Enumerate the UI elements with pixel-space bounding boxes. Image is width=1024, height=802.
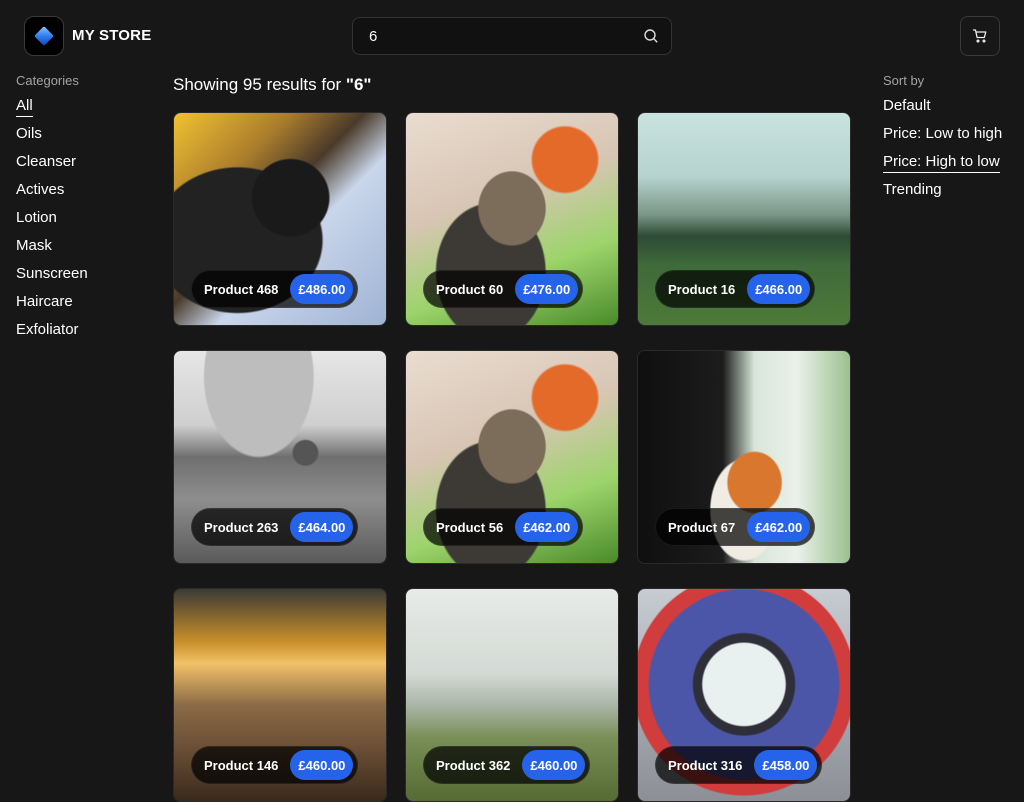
product-label: Product 316 £458.00 [655,746,823,784]
sort-option-2[interactable]: Price: High to low [883,153,1002,181]
product-label: Product 16 £466.00 [655,270,816,308]
category-item-lotion[interactable]: Lotion [16,209,88,237]
category-label: Exfoliator [16,321,79,338]
product-price: £458.00 [754,750,818,780]
product-name: Product 263 [204,519,279,535]
product-card[interactable]: Product 263 £464.00 [173,350,387,564]
product-price: £464.00 [290,512,354,542]
category-item-exfoliator[interactable]: Exfoliator [16,321,88,349]
search-bar[interactable] [352,17,672,55]
categories-heading: Categories [16,73,79,88]
product-name: Product 316 [668,757,743,773]
category-item-haircare[interactable]: Haircare [16,293,88,321]
sort-option-3[interactable]: Trending [883,181,1002,209]
product-label: Product 468 £486.00 [191,270,359,308]
product-grid: Product 468 £486.00 Product 60 £476.00 Produ… [173,112,851,802]
product-card[interactable]: Product 316 £458.00 [637,588,851,802]
product-label: Product 60 £476.00 [423,270,584,308]
cart-icon [972,29,987,43]
header: MY STORE [0,0,1024,72]
product-name: Product 56 [436,519,504,535]
category-label: Haircare [16,293,73,310]
category-item-oils[interactable]: Oils [16,125,88,153]
product-name: Product 67 [668,519,736,535]
category-label: Mask [16,237,52,254]
logo-diamond-icon [34,26,54,46]
product-name: Product 146 [204,757,279,773]
category-item-mask[interactable]: Mask [16,237,88,265]
sort-heading: Sort by [883,73,925,88]
results-query: "6" [345,75,372,94]
sort-list: Default Price: Low to high Price: High to … [883,97,1002,209]
product-name: Product 468 [204,281,279,297]
product-price: £462.00 [747,512,811,542]
category-label: All [16,97,33,117]
store-logo[interactable] [24,16,64,56]
product-label: Product 67 £462.00 [655,508,816,546]
product-name: Product 16 [668,281,736,297]
sort-option-1[interactable]: Price: Low to high [883,125,1002,153]
product-price: £466.00 [747,274,811,304]
product-card[interactable]: Product 468 £486.00 [173,112,387,326]
product-price: £460.00 [522,750,586,780]
product-card[interactable]: Product 60 £476.00 [405,112,619,326]
product-name: Product 60 [436,281,504,297]
product-card[interactable]: Product 362 £460.00 [405,588,619,802]
category-label: Lotion [16,209,57,226]
product-card[interactable]: Product 56 £462.00 [405,350,619,564]
category-list: All Oils Cleanser Actives Lotion Mask Sunscree… [16,97,88,349]
product-name: Product 362 [436,757,511,773]
product-card[interactable]: Product 67 £462.00 [637,350,851,564]
store-name[interactable]: MY STORE [72,27,151,44]
category-label: Sunscreen [16,265,88,282]
sort-option-label: Price: High to low [883,153,1000,173]
cart-button[interactable] [960,16,1000,56]
sort-option-0[interactable]: Default [883,97,1002,125]
sort-option-label: Trending [883,181,942,198]
category-item-all[interactable]: All [16,97,88,125]
category-item-cleanser[interactable]: Cleanser [16,153,88,181]
category-label: Oils [16,125,42,142]
product-price: £476.00 [515,274,579,304]
product-label: Product 263 £464.00 [191,508,359,546]
category-label: Actives [16,181,65,198]
category-item-actives[interactable]: Actives [16,181,88,209]
product-price: £460.00 [290,750,354,780]
product-label: Product 362 £460.00 [423,746,591,784]
product-card[interactable]: Product 16 £466.00 [637,112,851,326]
sort-option-label: Default [883,97,931,114]
category-item-sunscreen[interactable]: Sunscreen [16,265,88,293]
results-summary: Showing 95 results for "6" [173,75,372,95]
product-card[interactable]: Product 146 £460.00 [173,588,387,802]
product-price: £486.00 [290,274,354,304]
sort-option-label: Price: Low to high [883,125,1003,142]
search-icon[interactable] [643,28,659,44]
category-label: Cleanser [16,153,77,170]
search-input[interactable] [369,27,629,45]
product-label: Product 56 £462.00 [423,508,584,546]
product-price: £462.00 [515,512,579,542]
product-label: Product 146 £460.00 [191,746,359,784]
results-prefix: Showing 95 results for [173,75,346,94]
